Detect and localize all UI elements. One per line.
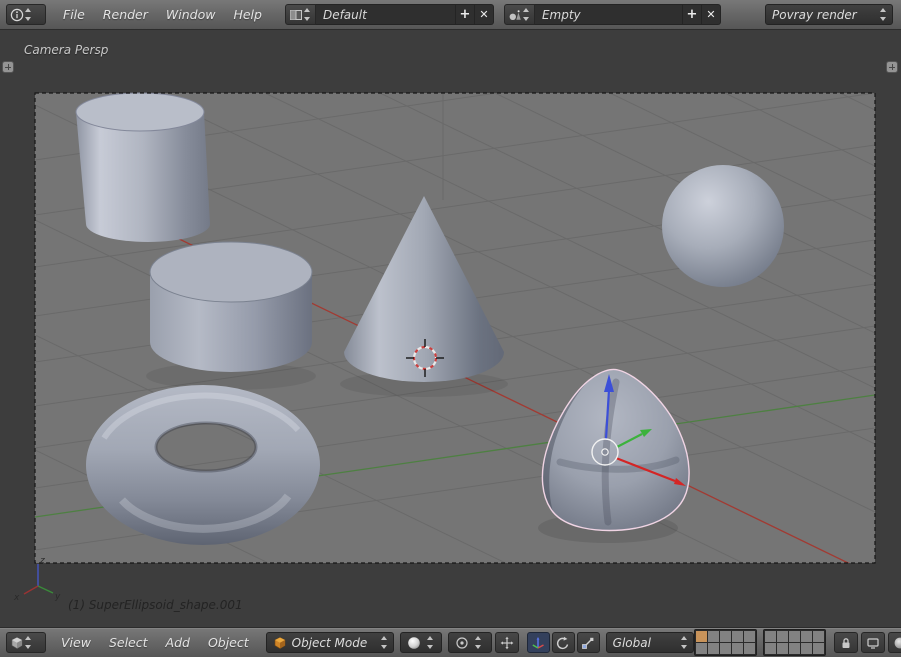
expand-region-button[interactable] [2, 61, 14, 73]
scene-browse-button[interactable] [504, 4, 535, 25]
dropdown-arrows-icon [303, 8, 312, 21]
orientation-name: Global [613, 636, 675, 650]
add-scene-button[interactable]: + [683, 4, 702, 25]
shading-sphere-icon [407, 636, 421, 650]
screen-layout-name-field[interactable]: Default [316, 4, 456, 25]
layer-toggle[interactable] [789, 631, 800, 642]
screen-layout-icon [289, 8, 303, 22]
gizmo-x-label: x [13, 593, 20, 603]
layer-toggle[interactable] [696, 631, 707, 642]
rotate-manipulator-icon [556, 636, 570, 650]
menu-render[interactable]: Render [94, 0, 157, 29]
active-object-label: (1) SuperEllipsoid_shape.001 [68, 598, 243, 612]
pivot-point-icon [455, 636, 469, 650]
object-sphere[interactable] [662, 165, 784, 287]
dropdown-arrows-icon [24, 636, 33, 649]
menu-window[interactable]: Window [157, 0, 225, 29]
menu-file[interactable]: File [54, 0, 94, 29]
editor-type-selector-3dview[interactable] [6, 632, 46, 653]
dropdown-arrows-icon [879, 8, 888, 21]
layer-toggle[interactable] [720, 631, 731, 642]
object-mode-cube-icon [273, 636, 287, 650]
layer-toggle[interactable] [744, 631, 755, 642]
layer-toggle[interactable] [801, 643, 812, 654]
delete-screen-button[interactable]: ✕ [475, 4, 494, 25]
view-name-label: Camera Persp [24, 43, 108, 57]
screen-layout-name: Default [323, 8, 367, 22]
screen-layout-browse-button[interactable] [285, 4, 316, 25]
opengl-render-anim-button[interactable] [888, 632, 901, 653]
dropdown-arrows-icon [380, 636, 389, 649]
dropdown-arrows-icon [522, 8, 531, 21]
opengl-render-button[interactable] [861, 632, 885, 653]
menu-add[interactable]: Add [157, 628, 199, 657]
layer-toggle[interactable] [813, 643, 824, 654]
expand-region-button[interactable] [886, 61, 898, 73]
layer-toggle[interactable] [777, 631, 788, 642]
info-icon [10, 8, 24, 22]
layer-toggle[interactable] [708, 631, 719, 642]
scene-name-field[interactable]: Empty [535, 4, 683, 25]
layer-toggle[interactable] [765, 631, 776, 642]
render-sphere-icon [893, 636, 901, 650]
top-header: File Render Window Help Default + ✕ [0, 0, 901, 30]
dropdown-arrows-icon [680, 636, 689, 649]
gizmo-y-label: y [54, 592, 61, 602]
layer-toggle[interactable] [813, 631, 824, 642]
layer-group-2 [763, 629, 826, 656]
screen-layout-selector: Default + ✕ [285, 4, 494, 25]
mode-selector[interactable]: Object Mode [266, 632, 394, 653]
viewport-header: View Select Add Object Object Mode [0, 627, 901, 657]
layer-toggle[interactable] [720, 643, 731, 654]
editor-3dview-icon [10, 636, 24, 650]
lock-to-scene-button[interactable] [834, 632, 858, 653]
layers-widget [694, 629, 826, 656]
layer-toggle[interactable] [801, 631, 812, 642]
translate-manipulator-toggle[interactable] [527, 632, 550, 653]
layer-toggle[interactable] [732, 631, 743, 642]
transform-orientation-selector[interactable]: Global [606, 632, 694, 653]
layer-group-1 [694, 629, 757, 656]
menu-select[interactable]: Select [100, 628, 157, 657]
scene-selector: Empty + ✕ [504, 4, 721, 25]
gizmo-z-label: z [39, 556, 45, 566]
object-cylinder-tall[interactable] [76, 93, 210, 242]
mode-name: Object Mode [292, 636, 375, 650]
pivot-point-selector[interactable] [448, 632, 492, 653]
menu-help[interactable]: Help [224, 0, 271, 29]
manipulator-move-icon [500, 636, 514, 650]
layer-toggle[interactable] [732, 643, 743, 654]
dropdown-arrows-icon [474, 636, 483, 649]
dropdown-arrows-icon [426, 636, 435, 649]
layer-toggle[interactable] [708, 643, 719, 654]
layer-toggle[interactable] [696, 643, 707, 654]
layer-toggle[interactable] [744, 643, 755, 654]
render-engine-selector[interactable]: Povray render [765, 4, 893, 25]
viewport-shading-selector[interactable] [400, 632, 442, 653]
lock-icon [839, 636, 853, 650]
viewport-3d[interactable]: z y x Camera Persp (1) SuperEllipsoid_sh… [0, 30, 901, 627]
delete-scene-button[interactable]: ✕ [702, 4, 721, 25]
monitor-icon [866, 636, 880, 650]
menu-view[interactable]: View [52, 628, 100, 657]
layer-toggle[interactable] [765, 643, 776, 654]
scale-manipulator-toggle[interactable] [577, 632, 600, 653]
object-cylinder-flat[interactable] [146, 242, 316, 390]
editor-type-selector[interactable] [6, 4, 46, 25]
scale-manipulator-icon [581, 636, 595, 650]
layer-toggle[interactable] [789, 643, 800, 654]
menu-object[interactable]: Object [199, 628, 258, 657]
scene-name: Empty [542, 8, 581, 22]
translate-manipulator-icon [531, 636, 545, 650]
rotate-manipulator-toggle[interactable] [552, 632, 575, 653]
manipulator-toggle-button[interactable] [495, 632, 519, 653]
viewport-canvas: z y x [0, 30, 901, 627]
scene-icon [508, 8, 522, 22]
layer-toggle[interactable] [777, 643, 788, 654]
dropdown-arrows-icon [24, 8, 33, 21]
render-engine-name: Povray render [772, 8, 874, 22]
add-screen-button[interactable]: + [456, 4, 475, 25]
